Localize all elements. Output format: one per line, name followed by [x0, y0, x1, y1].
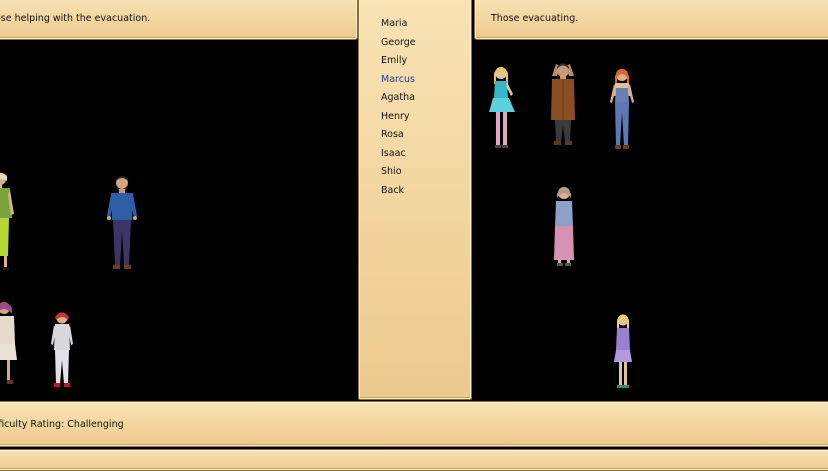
menu-item-emily[interactable]: Emily: [381, 55, 416, 74]
evacuee-character-brown-coat[interactable]: [546, 62, 580, 150]
menu-item-shio[interactable]: Shio: [381, 166, 416, 185]
footer-bar: [0, 449, 828, 471]
helper-character-marcus[interactable]: [106, 174, 138, 272]
difficulty-panel: fficulty Rating: Challenging: [0, 401, 828, 447]
helpers-heading: ose helping with the evacuation.: [0, 13, 151, 24]
evacuee-character-purple[interactable]: [612, 312, 636, 392]
helper-character-purple-hair[interactable]: [0, 298, 20, 390]
menu-item-isaac[interactable]: Isaac: [381, 148, 416, 167]
evacuee-character-teal-dress[interactable]: [487, 64, 519, 152]
character-menu-list: Maria George Emily Marcus Agatha Henry R…: [381, 18, 416, 203]
evacuees-header-panel: Those evacuating.: [474, 0, 828, 40]
menu-item-rosa[interactable]: Rosa: [381, 129, 416, 148]
difficulty-rating: fficulty Rating: Challenging: [0, 419, 124, 430]
menu-item-maria[interactable]: Maria: [381, 18, 416, 37]
menu-item-george[interactable]: George: [381, 37, 416, 56]
evacuees-heading: Those evacuating.: [491, 13, 579, 24]
evacuee-character-pink-skirt[interactable]: [550, 184, 578, 268]
menu-item-henry[interactable]: Henry: [381, 111, 416, 130]
character-menu: Maria George Emily Marcus Agatha Henry R…: [358, 0, 472, 400]
menu-item-agatha[interactable]: Agatha: [381, 92, 416, 111]
helper-character-green[interactable]: [0, 170, 16, 272]
evacuee-character-overalls[interactable]: [608, 66, 636, 152]
helper-character-nurse[interactable]: [50, 310, 74, 392]
helpers-header-panel: ose helping with the evacuation.: [0, 0, 358, 40]
back-button[interactable]: Back: [381, 185, 416, 204]
menu-item-marcus[interactable]: Marcus: [381, 74, 416, 93]
